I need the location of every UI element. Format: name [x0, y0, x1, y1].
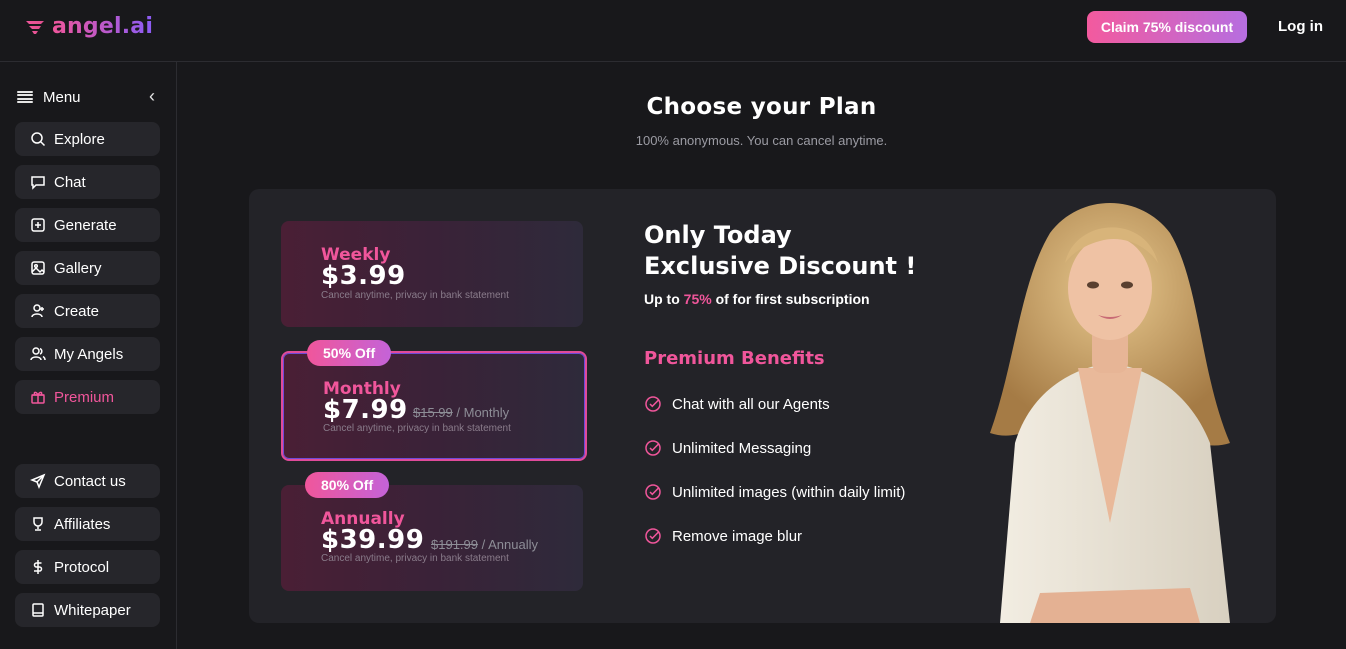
plan-note: Cancel anytime, privacy in bank statemen…	[323, 423, 511, 434]
sidebar-item-premium[interactable]: Premium	[15, 380, 160, 414]
sidebar-item-label: Chat	[54, 173, 86, 191]
sidebar-item-explore[interactable]: Explore	[15, 122, 160, 156]
sidebar-item-affiliates[interactable]: Affiliates	[15, 507, 160, 541]
send-icon	[30, 473, 46, 489]
sidebar-item-label: Protocol	[54, 558, 110, 576]
plan-old-price: $15.99 / Monthly	[413, 405, 510, 420]
user-plus-icon	[31, 304, 44, 318]
claim-discount-button[interactable]: Claim 75% discount	[1087, 11, 1247, 43]
check-circle-icon	[645, 396, 661, 412]
plan-card-annually[interactable]: Annually $39.99 $191.99 / Annually Cance…	[281, 485, 583, 591]
sidebar-item-contact-us[interactable]: Contact us	[15, 464, 160, 498]
sidebar-item-label: Explore	[54, 130, 105, 148]
discount-badge: 80% Off	[305, 472, 390, 498]
sidebar-item-label: Whitepaper	[54, 601, 131, 619]
plan-card-weekly[interactable]: Weekly $3.99 Cancel anytime, privacy in …	[281, 221, 583, 327]
sidebar: Menu ‹ Explore Chat Generate Gallery Cre…	[0, 62, 177, 649]
sidebar-item-whitepaper[interactable]: Whitepaper	[15, 593, 160, 627]
offer-headline: Only Today Exclusive Discount !	[644, 220, 916, 282]
check-circle-icon	[645, 528, 661, 544]
dollar-icon	[33, 560, 43, 574]
offer-subtext: Up to 75% of for first subscription	[644, 291, 870, 307]
check-circle-icon	[645, 440, 661, 456]
benefit-item: Unlimited images (within daily limit)	[644, 483, 905, 501]
sidebar-item-label: Contact us	[54, 472, 126, 490]
sidebar-item-label: Create	[54, 302, 100, 320]
plus-square-icon	[31, 218, 45, 232]
benefit-item: Remove image blur	[644, 527, 802, 545]
menu-header: Menu ‹	[17, 86, 159, 108]
check-circle-icon	[645, 484, 661, 500]
sidebar-item-my-angels[interactable]: My Angels	[15, 337, 160, 371]
image-icon	[31, 261, 45, 275]
sidebar-item-label: Gallery	[54, 259, 102, 277]
sidebar-item-label: My Angels	[54, 345, 124, 363]
sidebar-item-chat[interactable]: Chat	[15, 165, 160, 199]
benefit-item: Chat with all our Agents	[644, 395, 830, 413]
discount-badge: 50% Off	[307, 340, 392, 366]
sidebar-item-label: Affiliates	[54, 515, 111, 533]
sidebar-item-protocol[interactable]: Protocol	[15, 550, 160, 584]
logo-icon	[26, 20, 44, 34]
login-link[interactable]: Log in	[1278, 18, 1323, 35]
sidebar-item-label: Generate	[54, 216, 117, 234]
sidebar-item-gallery[interactable]: Gallery	[15, 251, 160, 285]
logo-text: angel.ai	[52, 14, 154, 39]
trophy-icon	[33, 517, 43, 531]
hamburger-icon	[17, 91, 33, 103]
plan-card-monthly[interactable]: Monthly $7.99 $15.99 / Monthly Cancel an…	[281, 351, 587, 461]
plan-price: $39.99	[321, 525, 425, 555]
sidebar-item-create[interactable]: Create	[15, 294, 160, 328]
model-illustration	[990, 203, 1230, 623]
logo[interactable]: angel.ai	[24, 14, 153, 39]
sidebar-item-generate[interactable]: Generate	[15, 208, 160, 242]
plan-note: Cancel anytime, privacy in bank statemen…	[321, 553, 509, 564]
plan-note: Cancel anytime, privacy in bank statemen…	[321, 290, 509, 301]
gift-icon	[31, 391, 45, 404]
benefits-title: Premium Benefits	[644, 348, 825, 369]
plan-price: $7.99	[323, 395, 408, 425]
book-icon	[32, 603, 44, 617]
chat-icon	[31, 176, 45, 190]
top-bar: angel.ai Claim 75% discount Log in	[0, 0, 1346, 62]
sidebar-item-label: Premium	[54, 388, 115, 406]
page-title: Choose your Plan	[646, 94, 877, 120]
users-icon	[30, 347, 46, 361]
plan-old-price: $191.99 / Annually	[431, 537, 538, 552]
plan-price: $3.99	[321, 261, 406, 291]
headline-line: Only Today	[644, 221, 792, 249]
collapse-chevron-icon[interactable]: ‹	[149, 86, 155, 107]
headline-line: Exclusive Discount !	[644, 252, 917, 280]
benefit-item: Unlimited Messaging	[644, 439, 811, 457]
search-icon	[31, 132, 46, 147]
menu-label: Menu	[43, 88, 81, 106]
page-subtitle: 100% anonymous. You can cancel anytime.	[635, 133, 888, 148]
